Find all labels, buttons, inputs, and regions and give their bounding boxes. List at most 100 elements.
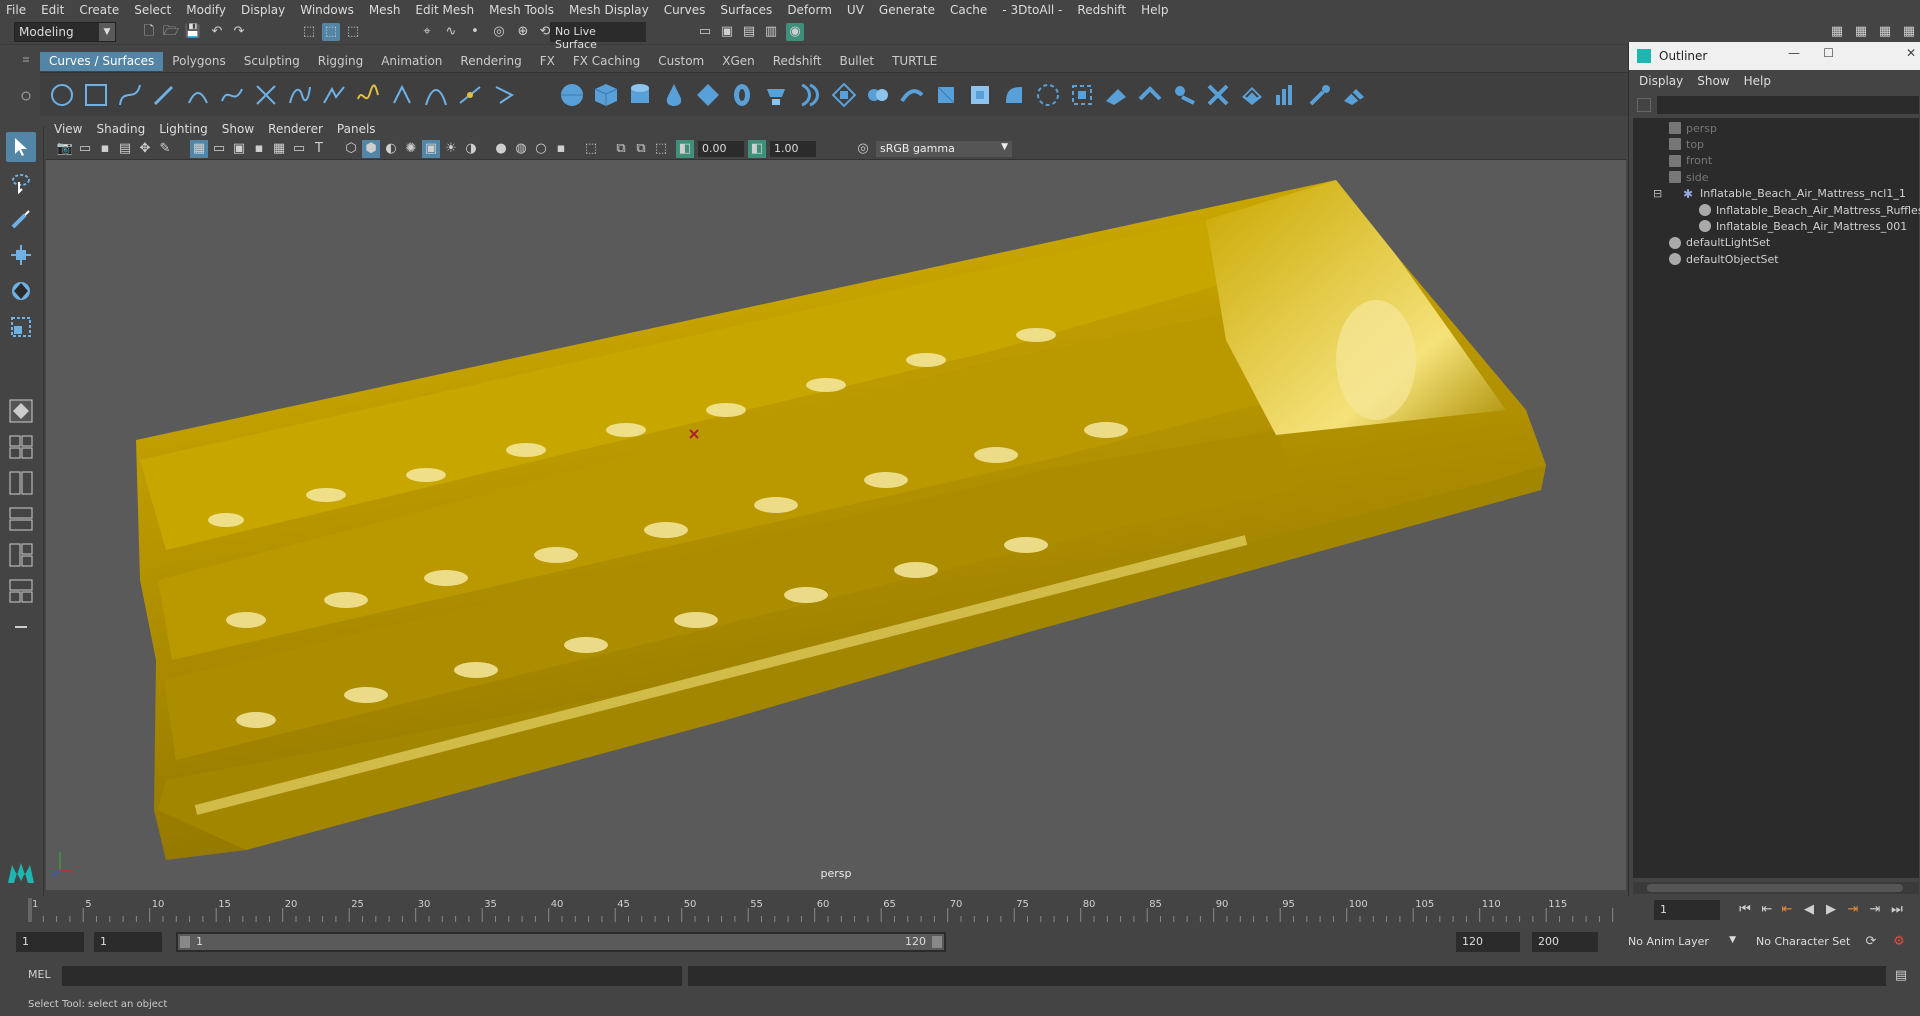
single-view-layout-icon[interactable] (6, 396, 36, 426)
bookmark-icon[interactable]: ▪ (96, 140, 114, 158)
shelf-tab-fx[interactable]: FX (531, 52, 564, 71)
boundary-icon[interactable] (934, 83, 958, 107)
revolve-icon[interactable] (764, 83, 788, 107)
scene-start-field[interactable]: 1 (16, 932, 84, 952)
untrim-icon[interactable] (1240, 83, 1264, 107)
save-scene-icon[interactable]: 💾 (184, 23, 202, 41)
pencil-curve-icon[interactable] (152, 83, 176, 107)
anim-layer-select[interactable]: No Anim Layer ▼ (1622, 932, 1740, 952)
gamma-field[interactable]: 1.00 (770, 141, 816, 157)
menu-generate[interactable]: Generate (879, 3, 935, 17)
nurbs-circle-icon[interactable] (50, 83, 74, 107)
two-view-layout-icon[interactable] (6, 468, 36, 498)
film-gate-icon[interactable]: ▭ (210, 140, 228, 158)
outliner-item[interactable]: defaultObjectSet (1669, 249, 1779, 269)
chevron-down-icon[interactable]: ▼ (99, 23, 115, 41)
xray-icon[interactable]: ▣ (422, 140, 440, 158)
detach-curves-icon[interactable] (288, 83, 312, 107)
use-all-lights-icon[interactable]: ☀ (442, 140, 460, 158)
extend-surface-icon[interactable] (1104, 83, 1128, 107)
select-hierarchy-icon[interactable]: ⬚ (300, 23, 318, 41)
range-start-handle[interactable] (180, 936, 190, 948)
wireframe-icon[interactable]: ⬡ (342, 140, 360, 158)
snap-curve-icon[interactable]: ∿ (442, 23, 460, 41)
new-scene-icon[interactable]: 🗋 (140, 23, 158, 41)
go-to-end-icon[interactable]: ⏭ (1888, 901, 1906, 919)
menu-edit[interactable]: Edit (41, 3, 64, 17)
ipr-render-icon[interactable]: ▤ (740, 23, 758, 41)
snap-view-icon[interactable]: ◎ (490, 23, 508, 41)
redshift-render-icon[interactable]: ◉ (786, 23, 804, 41)
cv-curve-icon[interactable] (118, 83, 142, 107)
workspace-icon[interactable]: ▦ (1828, 23, 1846, 41)
layout-icon[interactable]: ▦ (1852, 23, 1870, 41)
surface-editing-icon[interactable] (1308, 83, 1332, 107)
view-transform-select[interactable]: sRGB gamma ▼ (876, 141, 1012, 157)
play-backwards-icon[interactable]: ◀ (1800, 901, 1818, 919)
outliner-layout-icon[interactable] (6, 504, 36, 534)
chevron-down-icon[interactable]: ▼ (1729, 935, 1736, 945)
shelf-tab-animation[interactable]: Animation (372, 52, 451, 71)
menu-uv[interactable]: UV (847, 3, 864, 17)
collapse-icon[interactable]: ⊟ (1653, 187, 1662, 200)
rebuild-surface-icon[interactable] (1172, 83, 1196, 107)
shelf-tab-curves-surfaces[interactable]: Curves / Surfaces (40, 52, 164, 71)
safe-title-icon[interactable]: T (310, 140, 328, 158)
attach-curves-icon[interactable] (254, 83, 278, 107)
menu-curves[interactable]: Curves (664, 3, 706, 17)
outliner-menu-help[interactable]: Help (1744, 74, 1771, 88)
nurbs-square-icon[interactable] (84, 83, 108, 107)
menu-create[interactable]: Create (79, 3, 119, 17)
motion-blur-icon[interactable]: ◍ (512, 140, 530, 158)
scrollbar-thumb[interactable] (1647, 884, 1903, 892)
auto-key-icon[interactable]: ⟳ (1862, 933, 1880, 951)
arc-tool-icon[interactable] (186, 83, 210, 107)
two-d-pan-icon[interactable]: ✥ (136, 140, 154, 158)
four-view-layout-icon[interactable] (6, 432, 36, 462)
undo-icon[interactable]: ↶ (208, 23, 226, 41)
offset-surface-icon[interactable] (1138, 83, 1162, 107)
isolate-select-icon[interactable]: ⬚ (582, 140, 600, 158)
layout-options-icon[interactable] (6, 612, 36, 642)
camera-attributes-icon[interactable]: ▭ (76, 140, 94, 158)
menu-display[interactable]: Display (241, 3, 285, 17)
range-slider[interactable]: 1 120 (176, 932, 946, 952)
script-language-toggle[interactable]: MEL (28, 968, 51, 981)
ep-curve-icon[interactable] (220, 83, 244, 107)
menu-file[interactable]: File (6, 3, 26, 17)
range-slider-bar-fill[interactable]: 1 120 (178, 934, 944, 950)
bevel-plus-icon[interactable] (1036, 83, 1060, 107)
character-set-select[interactable]: No Character Set (1750, 932, 1860, 952)
scale-tool-icon[interactable] (6, 312, 36, 342)
multisample-aa-icon[interactable]: ○ (532, 140, 550, 158)
step-back-frame-icon[interactable]: ⇤ (1778, 901, 1796, 919)
wireframe-on-shaded-icon[interactable]: ✺ (402, 140, 420, 158)
gate-mask-icon[interactable]: ▪ (250, 140, 268, 158)
square-surface-icon[interactable] (968, 83, 992, 107)
trim-tool-icon[interactable] (1206, 83, 1230, 107)
safe-action-icon[interactable]: ▭ (290, 140, 308, 158)
select-component-icon[interactable]: ⬚ (344, 23, 362, 41)
live-surface-field[interactable]: No Live Surface (550, 22, 646, 51)
attribute-editor-toggle-icon[interactable]: ▦ (1876, 23, 1894, 41)
outliner-menu-display[interactable]: Display (1639, 74, 1683, 88)
graph-layout-icon[interactable] (6, 540, 36, 570)
playback-start-field[interactable]: 1 (94, 932, 162, 952)
render-settings-icon[interactable]: ▭ (696, 23, 714, 41)
menu-set-select[interactable]: Modeling ▼ (14, 22, 116, 42)
insert-knot-icon[interactable] (322, 83, 346, 107)
shelf-tab-sculpting[interactable]: Sculpting (235, 52, 309, 71)
color-management-icon[interactable]: ◎ (854, 140, 872, 158)
snap-grid-icon[interactable]: ⌖ (418, 23, 436, 41)
paint-select-tool-icon[interactable] (6, 204, 36, 234)
screen-space-ao-icon[interactable]: ● (492, 140, 510, 158)
render-view-icon[interactable]: ▥ (762, 23, 780, 41)
menu-windows[interactable]: Windows (300, 3, 354, 17)
scene-end-field[interactable]: 200 (1532, 932, 1598, 952)
playback-end-field[interactable]: 120 (1456, 932, 1520, 952)
menu-3dtoall[interactable]: - 3DtoAll - (1002, 3, 1062, 17)
time-ruler[interactable]: 1 5 10 15 20 25 30 35 40 45 50 55 60 65 70 75 80 85 90 95 10… (26, 896, 1626, 924)
select-tool-icon[interactable] (6, 132, 36, 162)
default-material-icon[interactable]: ◐ (382, 140, 400, 158)
chevron-down-icon[interactable]: ▼ (1001, 142, 1008, 152)
